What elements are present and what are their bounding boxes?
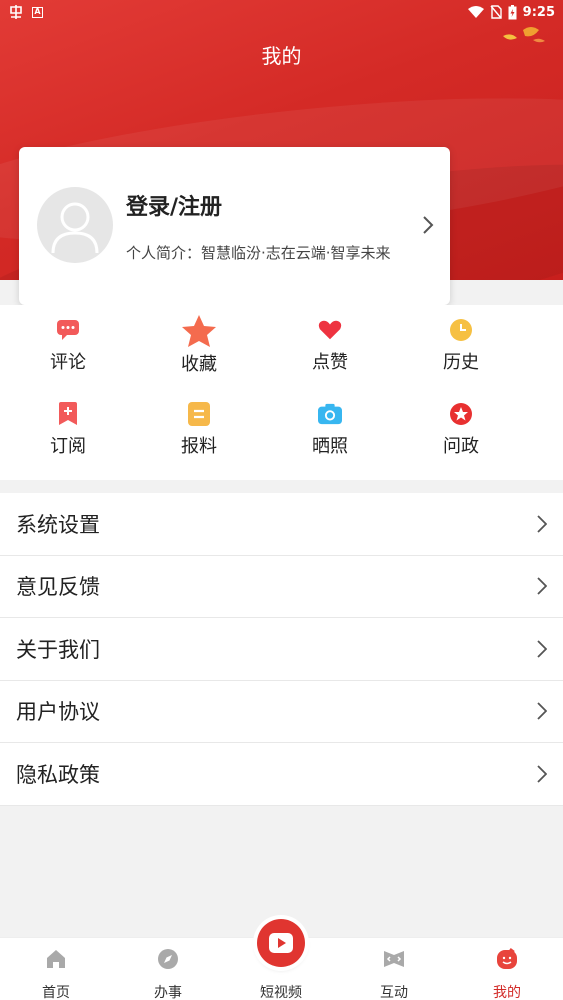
star-icon (181, 314, 217, 348)
action-label: 问政 (443, 436, 479, 457)
chevron-right-icon[interactable] (422, 215, 434, 235)
battery-icon (508, 4, 517, 19)
action-comments[interactable]: 评论 (18, 318, 118, 374)
action-label: 晒照 (312, 436, 348, 457)
profile-face-icon (451, 946, 563, 972)
action-label: 收藏 (181, 354, 217, 375)
chevron-right-icon (537, 577, 547, 595)
profile-bio: 个人简介：智慧临汾·志在云端·智享未来 (126, 244, 391, 262)
tab-label: 办事 (154, 985, 182, 1000)
document-icon (187, 402, 211, 426)
settings-feedback[interactable]: 意见反馈 (0, 556, 563, 618)
wifi-icon (467, 6, 484, 18)
row-label: 关于我们 (16, 637, 100, 662)
tab-interact[interactable]: 互动 (338, 938, 450, 1000)
tab-label: 首页 (42, 985, 70, 1000)
interact-icon (338, 946, 450, 972)
settings-privacy[interactable]: 隐私政策 (0, 743, 563, 806)
tab-label: 短视频 (260, 985, 302, 1000)
video-play-icon (269, 933, 293, 953)
tab-services[interactable]: 办事 (112, 938, 224, 1000)
bookmark-icon (56, 402, 80, 426)
clock: 9:25 (522, 4, 555, 20)
action-favorites[interactable]: 收藏 (149, 314, 249, 376)
star-badge-icon (449, 402, 473, 426)
action-label: 历史 (443, 352, 479, 373)
tab-label: 互动 (380, 985, 408, 1000)
login-register-link[interactable]: 登录/注册 (126, 189, 222, 221)
row-label: 意见反馈 (16, 575, 100, 600)
avatar[interactable] (37, 187, 113, 263)
chevron-right-icon (537, 640, 547, 658)
quick-actions-grid: 评论 收藏 点赞 历史 订阅 报料 晒照 问政 (0, 305, 563, 480)
heart-icon (318, 318, 342, 342)
action-label: 点赞 (312, 352, 348, 373)
tab-home[interactable]: 首页 (0, 938, 112, 1000)
action-likes[interactable]: 点赞 (280, 318, 380, 374)
compass-icon (112, 946, 224, 972)
short-video-button[interactable] (257, 919, 305, 967)
action-report[interactable]: 报料 (149, 402, 249, 458)
home-icon (0, 946, 112, 972)
default-avatar-icon (51, 202, 99, 254)
settings-about[interactable]: 关于我们 (0, 618, 563, 681)
action-inquiry[interactable]: 问政 (411, 402, 511, 458)
comment-icon (56, 318, 80, 342)
action-history[interactable]: 历史 (411, 318, 511, 374)
action-photos[interactable]: 晒照 (280, 402, 380, 458)
settings-system[interactable]: 系统设置 (0, 493, 563, 556)
status-bar: A 9:25 (0, 0, 563, 24)
no-sim-icon (490, 5, 502, 19)
settings-list: 系统设置 意见反馈 关于我们 用户协议 隐私政策 (0, 493, 563, 806)
notification-badge: A (32, 6, 43, 18)
action-label: 评论 (50, 352, 86, 373)
row-label: 系统设置 (16, 512, 100, 537)
page-title: 我的 (261, 44, 302, 68)
profile-card[interactable]: 登录/注册 个人简介：智慧临汾·志在云端·智享未来 (19, 147, 450, 305)
camera-icon (318, 402, 342, 426)
action-label: 报料 (181, 436, 217, 457)
row-label: 用户协议 (16, 700, 100, 725)
settings-user-agreement[interactable]: 用户协议 (0, 681, 563, 743)
chevron-right-icon (537, 702, 547, 720)
action-subscribe[interactable]: 订阅 (18, 402, 118, 458)
row-label: 隐私政策 (16, 762, 100, 787)
app-notification-icon (10, 5, 22, 19)
clock-icon (449, 318, 473, 342)
action-label: 订阅 (50, 436, 86, 457)
chevron-right-icon (537, 515, 547, 533)
tab-mine[interactable]: 我的 (451, 938, 563, 1000)
chevron-right-icon (537, 765, 547, 783)
tab-label: 我的 (493, 985, 521, 1000)
